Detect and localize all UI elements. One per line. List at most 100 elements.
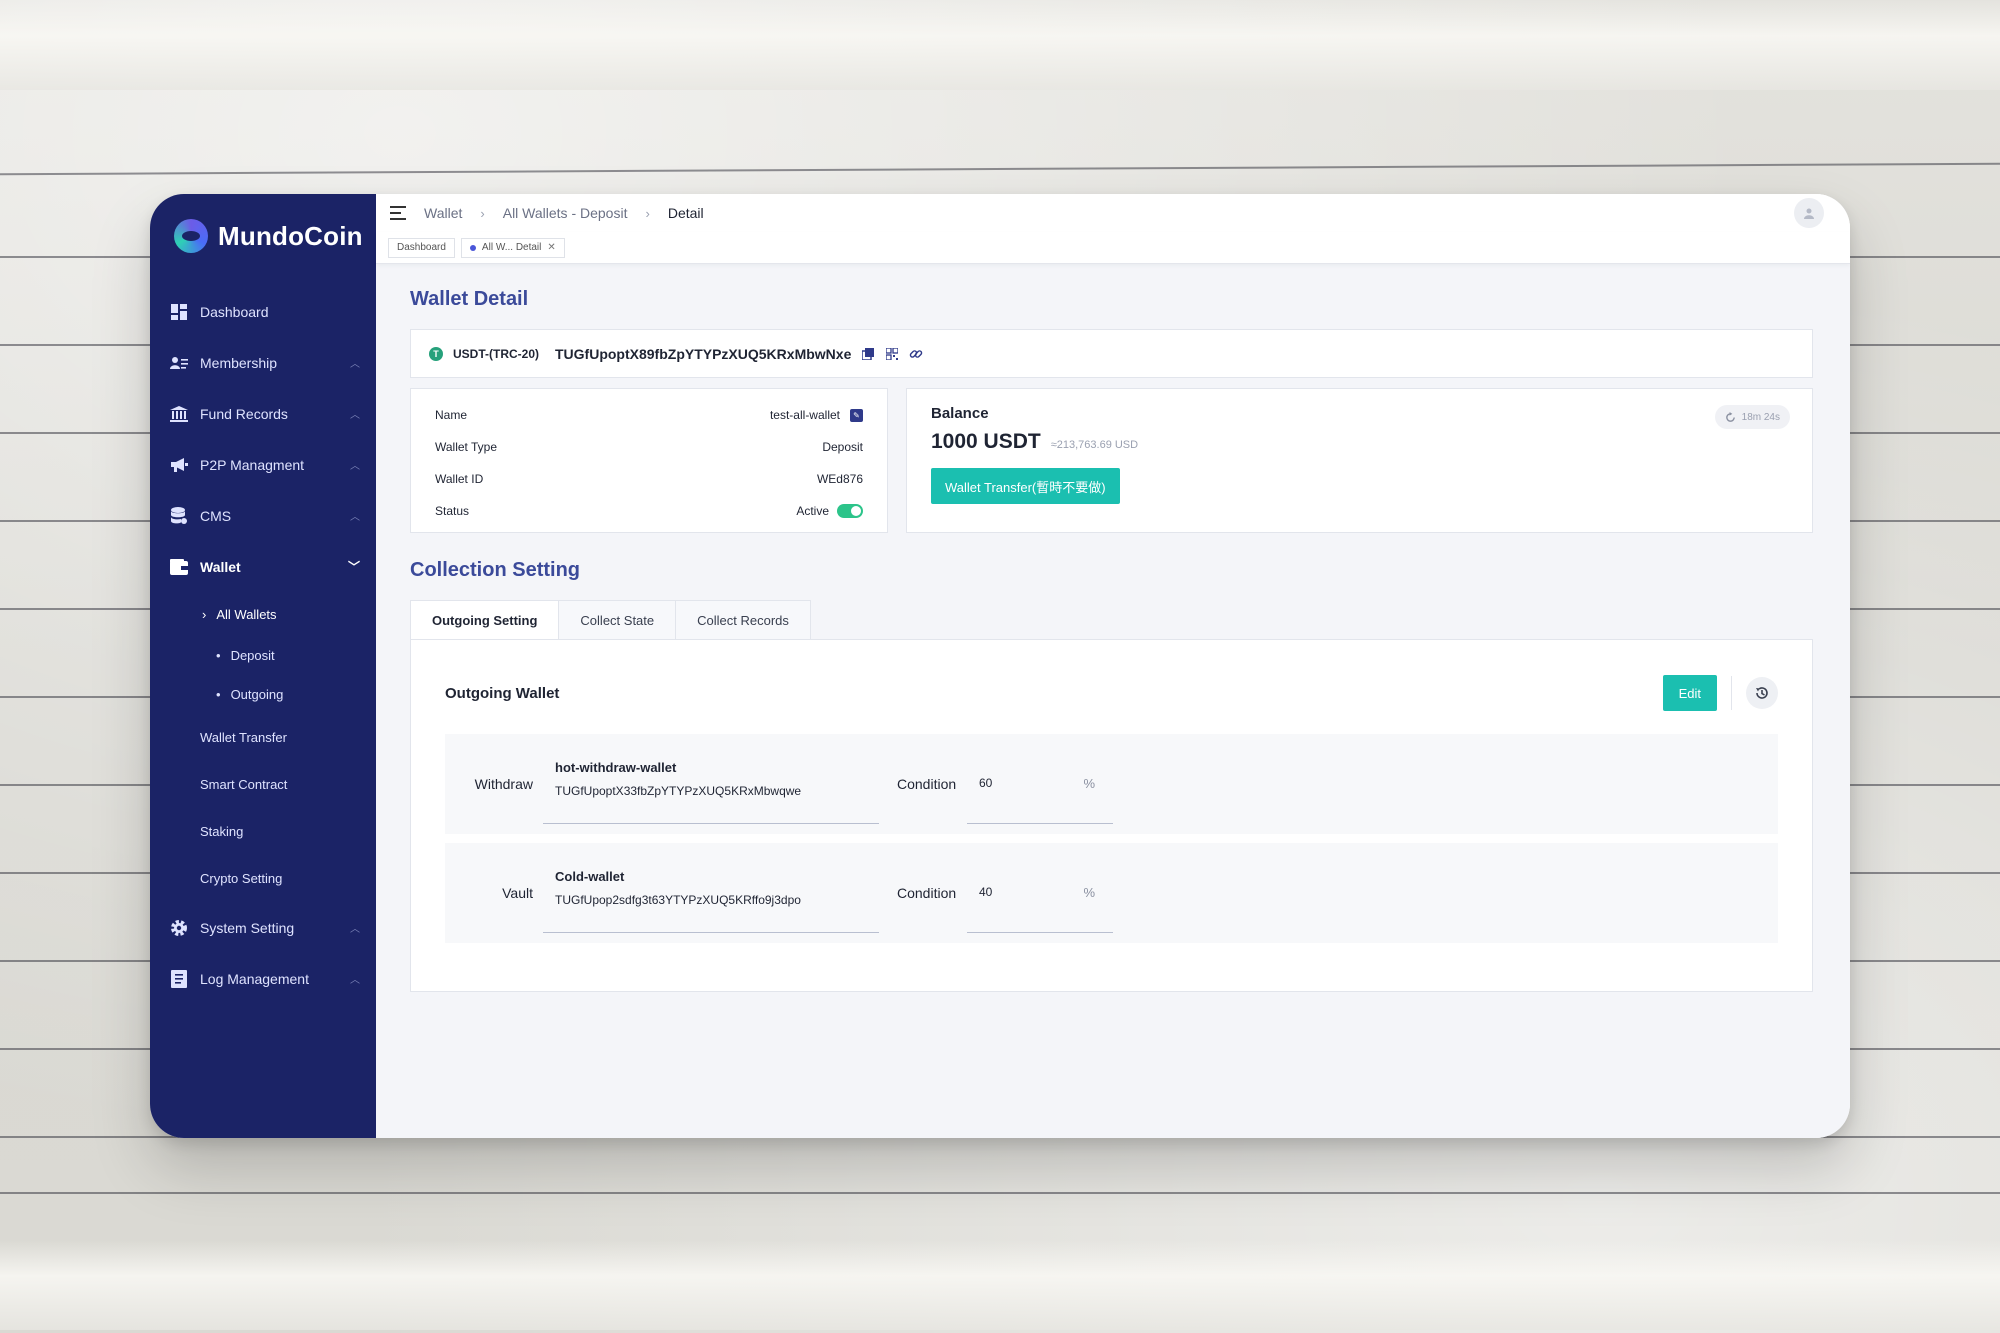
brand-name: MundoCoin xyxy=(218,220,363,251)
wallet-transfer-button[interactable]: Wallet Transfer(暫時不要做) xyxy=(931,468,1120,504)
tab-collect-records[interactable]: Collect Records xyxy=(676,600,811,640)
vault-condition-input[interactable]: 40 % xyxy=(967,885,1113,933)
tether-icon: T xyxy=(429,346,443,361)
wallet-info-card: Name test-all-wallet ✎ Wallet Type Depos… xyxy=(410,388,888,533)
bullet-icon: • xyxy=(216,648,221,663)
sidebar-item-system-setting[interactable]: System Setting ︿ xyxy=(150,902,376,953)
sidebar-item-all-wallets[interactable]: › All Wallets xyxy=(150,592,376,636)
sidebar-item-p2p[interactable]: P2P Managment ︿ xyxy=(150,439,376,490)
withdraw-condition-input[interactable]: 60 % xyxy=(967,776,1113,824)
info-value: test-all-wallet xyxy=(769,408,840,422)
panel-title: Outgoing Wallet xyxy=(445,684,560,702)
tab-outgoing-setting[interactable]: Outgoing Setting xyxy=(410,600,560,640)
info-id-row: Wallet ID WEd876 xyxy=(435,463,863,495)
copy-icon[interactable] xyxy=(861,347,875,361)
bank-icon xyxy=(170,405,188,423)
chevron-right-icon: › xyxy=(645,205,650,221)
info-value: WEd876 xyxy=(816,472,863,486)
sidebar-item-crypto-setting[interactable]: Crypto Setting xyxy=(150,855,376,902)
edit-icon[interactable]: ✎ xyxy=(850,408,863,422)
vault-row: Vault Cold-wallet TUGfUpop2sdfg3t63YTYPz… xyxy=(445,843,1778,943)
sidebar-item-deposit[interactable]: • Deposit xyxy=(150,636,376,675)
sidebar-item-dashboard[interactable]: Dashboard xyxy=(150,286,376,337)
sidebar-item-outgoing[interactable]: • Outgoing xyxy=(150,675,376,714)
outgoing-panel: Outgoing Wallet Edit Withdraw hot-withdr… xyxy=(410,639,1813,992)
menu-fold-icon[interactable] xyxy=(390,206,406,220)
history-button[interactable] xyxy=(1746,677,1778,709)
tab-collect-state[interactable]: Collect State xyxy=(559,600,677,640)
chevron-up-icon: ︿ xyxy=(350,461,360,472)
topbar: Wallet › All Wallets - Deposit › Detail xyxy=(376,194,1850,232)
paper-tear-bottom xyxy=(0,1240,2000,1330)
sidebar-item-label: Wallet xyxy=(200,558,241,575)
close-icon[interactable]: ✕ xyxy=(547,242,555,253)
qr-code-icon[interactable] xyxy=(885,347,899,361)
panel-header: Outgoing Wallet Edit xyxy=(445,674,1778,712)
wallet-address: TUGfUpoptX33fbZpYTYPzXUQ5KRxMbwqwe xyxy=(555,784,802,798)
sidebar-item-label: Log Management xyxy=(200,970,309,987)
sidebar-item-log-management[interactable]: Log Management ︿ xyxy=(150,953,376,1004)
paper-rule xyxy=(0,1192,2000,1194)
sidebar-item-label: Deposit xyxy=(230,648,275,663)
row-label: Vault xyxy=(502,885,533,901)
wallet-name: Cold-wallet xyxy=(555,869,625,884)
breadcrumb-all-wallets[interactable]: All Wallets - Deposit xyxy=(503,205,628,221)
megaphone-icon xyxy=(170,456,188,474)
withdraw-row: Withdraw hot-withdraw-wallet TUGfUpoptX3… xyxy=(445,734,1778,834)
info-label: Wallet ID xyxy=(435,472,484,486)
collection-setting-title: Collection Setting xyxy=(410,559,580,581)
divider xyxy=(1731,676,1732,710)
token-label: USDT-(TRC-20) xyxy=(453,346,539,361)
wallet-icon xyxy=(170,558,188,576)
percent-unit: % xyxy=(1083,885,1095,900)
link-icon[interactable] xyxy=(909,347,923,361)
withdraw-wallet-select[interactable]: hot-withdraw-wallet TUGfUpoptX33fbZpYTYP… xyxy=(543,744,879,824)
sidebar-item-membership[interactable]: Membership ︿ xyxy=(150,337,376,388)
status-toggle[interactable] xyxy=(837,504,863,518)
balance-usd: ≈213,763.69 USD xyxy=(1050,439,1139,451)
database-icon xyxy=(170,506,188,525)
sidebar-item-fund-records[interactable]: Fund Records ︿ xyxy=(150,388,376,439)
view-tab-detail[interactable]: All W... Detail ✕ xyxy=(460,237,565,258)
sidebar-item-label: All Wallets xyxy=(216,606,277,622)
condition-label: Condition xyxy=(897,885,957,901)
chevron-up-icon: ︿ xyxy=(350,359,360,370)
info-status-row: Status Active xyxy=(435,495,863,527)
chevron-right-icon: › xyxy=(202,606,207,622)
sidebar-item-wallet[interactable]: Wallet ﹀ xyxy=(150,541,376,592)
app-window: MundoCoin Dashboard Membership ︿ Fund Re… xyxy=(150,194,1850,1138)
sidebar-item-cms[interactable]: CMS ︿ xyxy=(150,490,376,541)
sidebar-item-label: Outgoing xyxy=(230,687,284,702)
avatar[interactable] xyxy=(1794,198,1824,228)
edit-button[interactable]: Edit xyxy=(1662,675,1717,711)
info-row: Name test-all-wallet ✎ Wallet Type Depos… xyxy=(410,388,1813,533)
info-label: Name xyxy=(435,408,468,422)
sidebar-item-label: Dashboard xyxy=(200,303,269,320)
percent-unit: % xyxy=(1083,776,1095,791)
sidebar-item-label: Staking xyxy=(200,824,244,839)
mundocoin-logo-icon xyxy=(174,219,208,253)
refresh-timer: 18m 24s xyxy=(1741,411,1780,423)
info-label: Wallet Type xyxy=(435,440,498,454)
chevron-up-icon: ︿ xyxy=(350,410,360,421)
vault-wallet-select[interactable]: Cold-wallet TUGfUpop2sdfg3t63YTYPzXUQ5KR… xyxy=(543,853,879,933)
paper-tear-top xyxy=(0,0,2000,90)
balance-title: Balance xyxy=(931,405,989,422)
wallet-address: TUGfUpoptX89fbZpYTYPzXUQ5KRxMbwNxe xyxy=(555,345,852,362)
view-tab-label: Dashboard xyxy=(397,242,446,253)
sidebar-item-label: Wallet Transfer xyxy=(200,730,287,745)
breadcrumb-wallet[interactable]: Wallet xyxy=(424,205,462,221)
view-tabbar: Dashboard All W... Detail ✕ xyxy=(376,232,1850,264)
info-value: Active xyxy=(796,504,829,518)
sidebar-item-wallet-transfer[interactable]: Wallet Transfer xyxy=(150,714,376,761)
sidebar-item-smart-contract[interactable]: Smart Contract xyxy=(150,761,376,808)
sidebar-item-staking[interactable]: Staking xyxy=(150,808,376,855)
chevron-right-icon: › xyxy=(480,205,485,221)
refresh-button[interactable]: 18m 24s xyxy=(1714,405,1790,429)
brand[interactable]: MundoCoin xyxy=(150,216,376,256)
info-type-row: Wallet Type Deposit xyxy=(435,431,863,463)
view-tab-dashboard[interactable]: Dashboard xyxy=(388,237,455,258)
condition-label: Condition xyxy=(897,776,957,792)
chevron-up-icon: ︿ xyxy=(350,975,360,986)
sidebar-item-label: Smart Contract xyxy=(200,777,288,792)
